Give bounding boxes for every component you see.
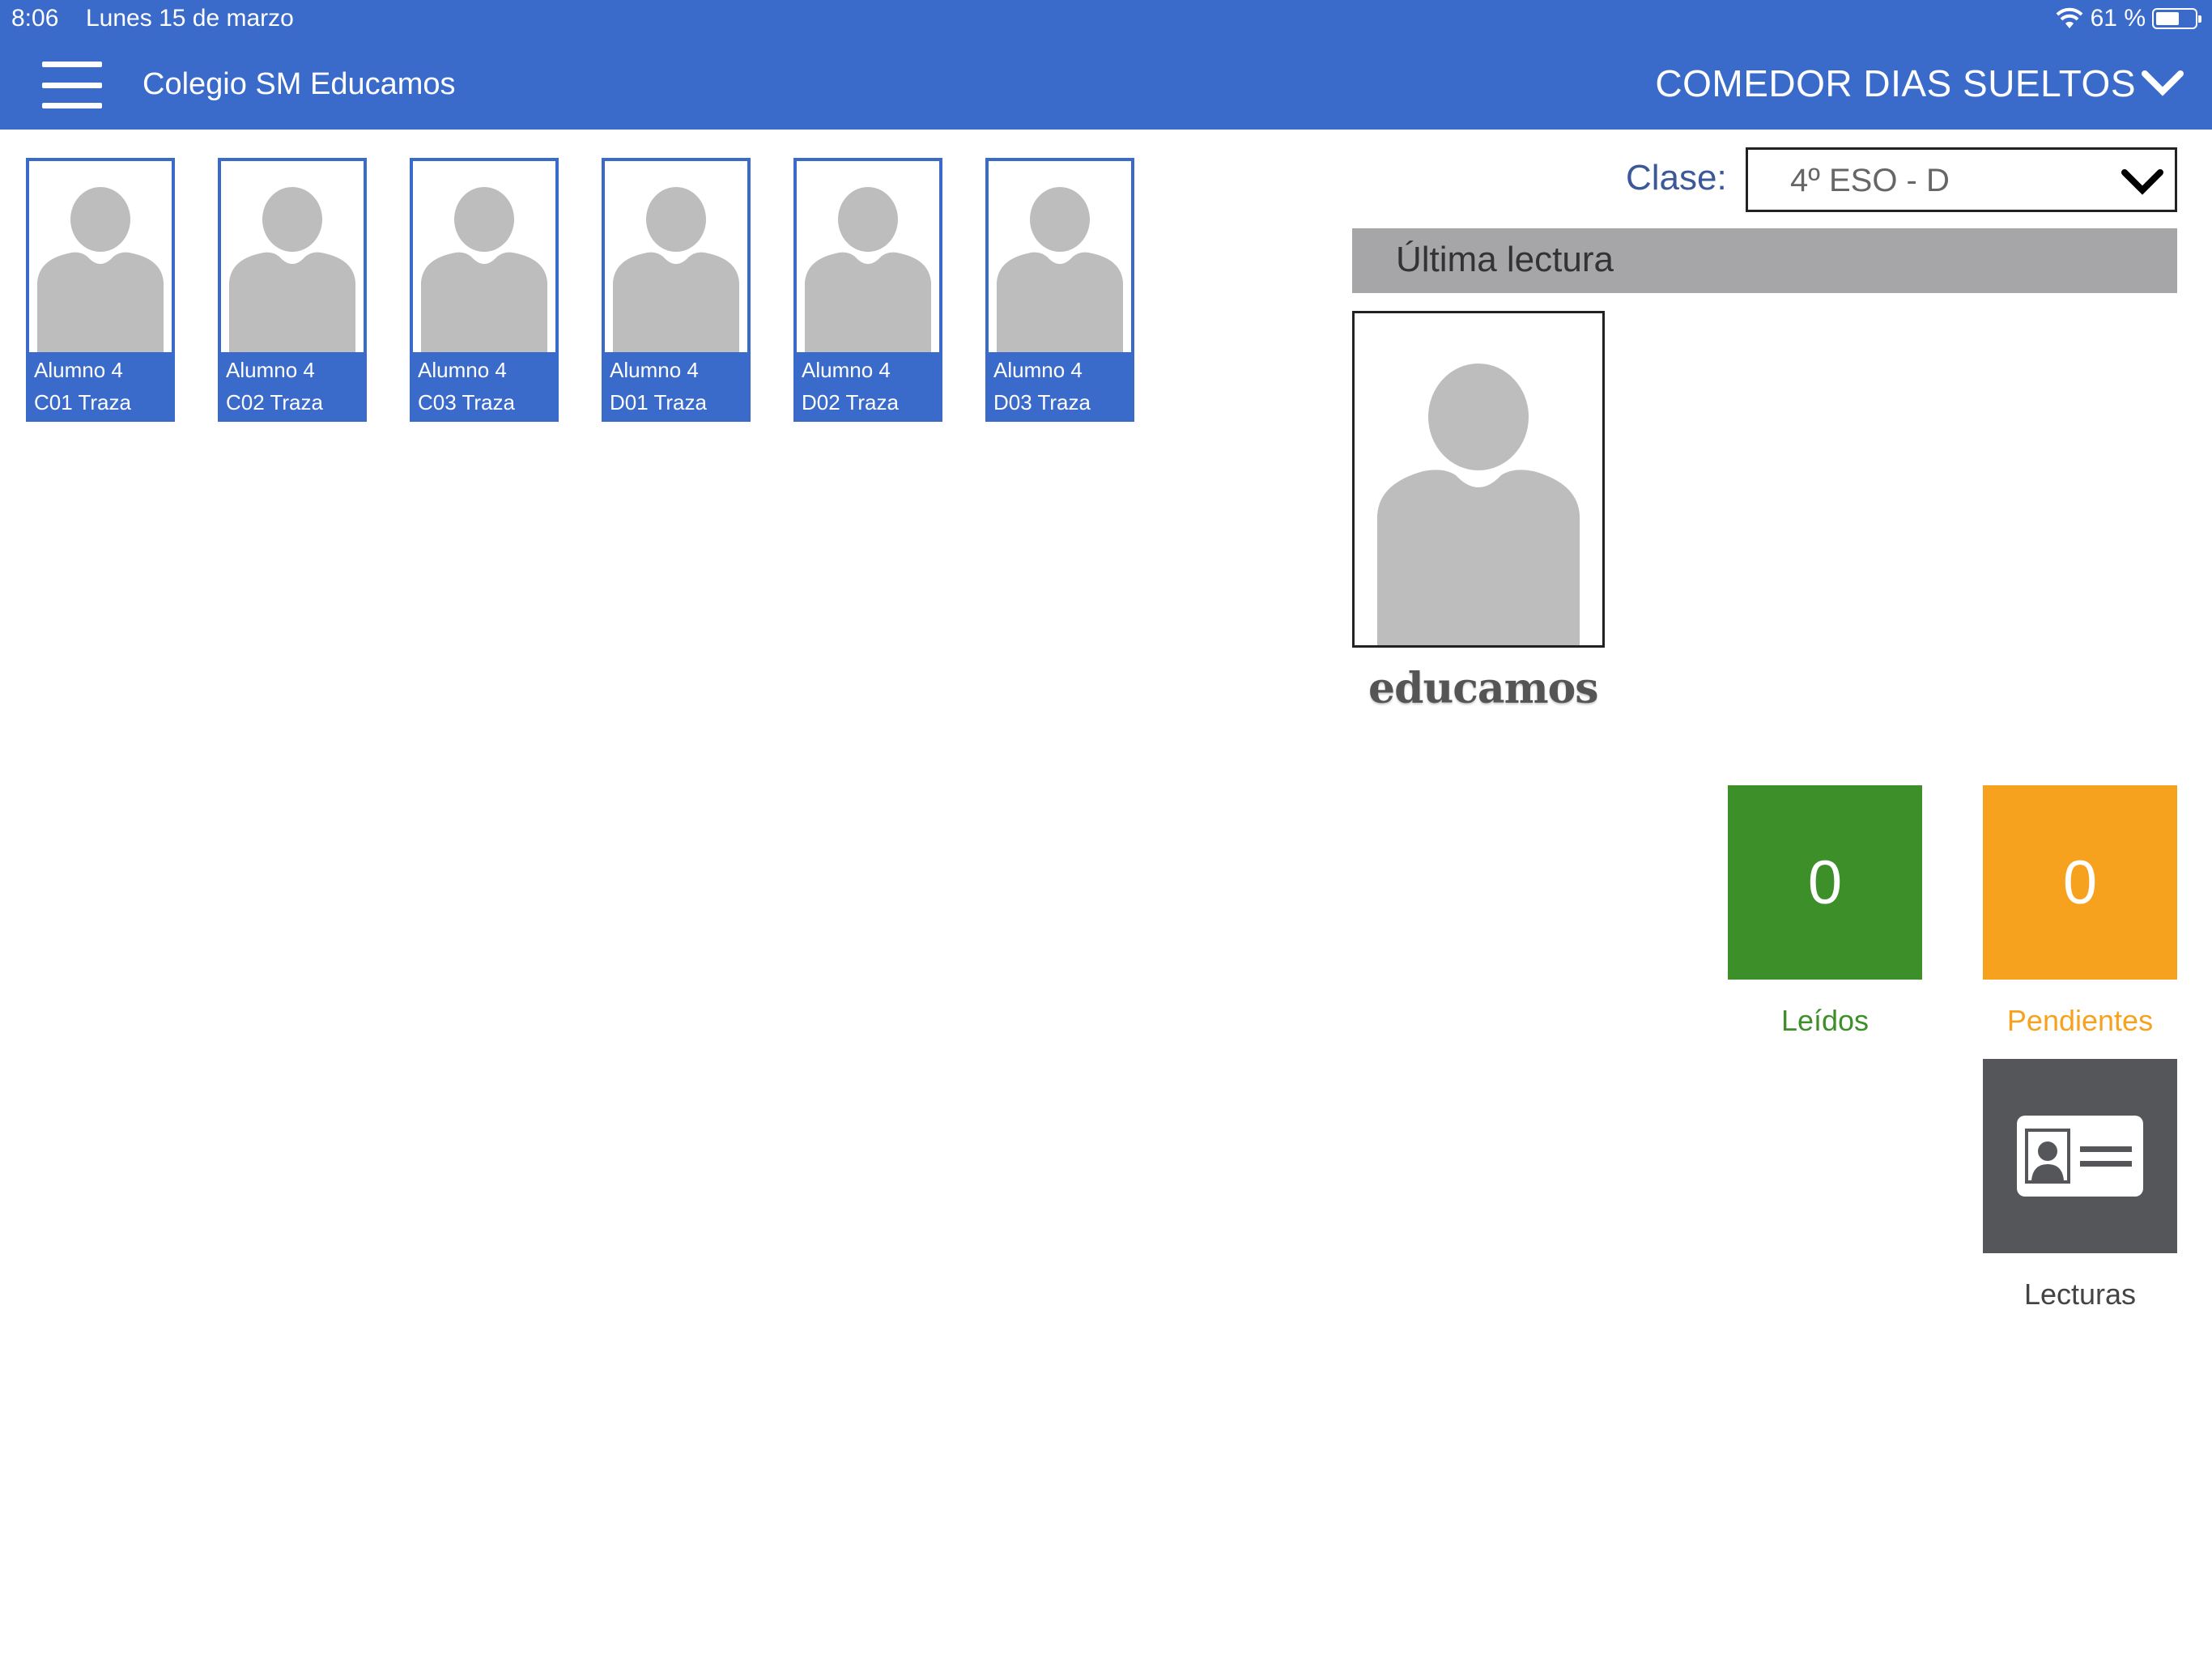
battery-percentage: 61 % bbox=[2090, 5, 2146, 32]
student-label: Alumno 4 D02 Traza bbox=[797, 352, 939, 419]
status-bar: 8:06 Lunes 15 de marzo 61 % bbox=[0, 0, 2212, 40]
read-count: 0 bbox=[1807, 848, 1843, 917]
student-name: Alumno 4 bbox=[418, 358, 507, 382]
student-card[interactable]: Alumno 4 D01 Traza bbox=[602, 158, 751, 422]
student-label: Alumno 4 C03 Traza bbox=[413, 352, 555, 419]
student-surname: C02 Traza bbox=[226, 390, 323, 414]
avatar bbox=[221, 161, 364, 352]
status-time: 8:06 bbox=[11, 5, 59, 32]
avatar-placeholder-icon bbox=[989, 161, 1131, 352]
read-label: Leídos bbox=[1780, 1004, 1870, 1037]
avatar-placeholder-icon bbox=[29, 161, 172, 352]
student-grid: Alumno 4 C01 Traza Alumno 4 C02 Traza Alumno… bbox=[26, 158, 1134, 422]
battery-icon bbox=[2152, 8, 2201, 29]
read-counter-tile[interactable]: 0 bbox=[1728, 785, 1922, 980]
pending-label: Pendientes bbox=[2006, 1004, 2154, 1037]
pending-count: 0 bbox=[2062, 848, 2098, 917]
school-name: Colegio SM Educamos bbox=[143, 67, 456, 101]
app-header: Colegio SM Educamos COMEDOR DIAS SUELTOS bbox=[0, 40, 2212, 130]
avatar-placeholder-icon bbox=[605, 161, 747, 352]
id-card-icon bbox=[2017, 1116, 2143, 1197]
avatar-placeholder-icon bbox=[221, 161, 364, 352]
student-card[interactable]: Alumno 4 C02 Traza bbox=[218, 158, 367, 422]
student-card[interactable]: Alumno 4 D02 Traza bbox=[793, 158, 942, 422]
avatar bbox=[989, 161, 1131, 352]
student-card[interactable]: Alumno 4 C01 Traza bbox=[26, 158, 175, 422]
avatar bbox=[605, 161, 747, 352]
student-surname: C01 Traza bbox=[34, 390, 131, 414]
student-name: Alumno 4 bbox=[226, 358, 315, 382]
last-reading-photo bbox=[1352, 311, 1605, 648]
clase-selected-value: 4º ESO - D bbox=[1790, 163, 1950, 198]
educamos-logo: educamos bbox=[1368, 664, 1599, 713]
student-surname: D03 Traza bbox=[993, 390, 1091, 414]
chevron-down-icon bbox=[2121, 169, 2163, 195]
avatar bbox=[797, 161, 939, 352]
avatar-placeholder-icon bbox=[1355, 313, 1602, 645]
readings-button[interactable] bbox=[1983, 1059, 2177, 1253]
status-right: 61 % bbox=[2055, 5, 2201, 32]
hamburger-icon[interactable] bbox=[42, 60, 102, 110]
student-name: Alumno 4 bbox=[610, 358, 699, 382]
pending-counter-tile[interactable]: 0 bbox=[1983, 785, 2177, 980]
student-surname: D01 Traza bbox=[610, 390, 707, 414]
chevron-down-icon bbox=[2142, 70, 2184, 96]
student-label: Alumno 4 D01 Traza bbox=[605, 352, 747, 419]
wifi-icon bbox=[2056, 7, 2083, 28]
avatar bbox=[413, 161, 555, 352]
student-name: Alumno 4 bbox=[34, 358, 123, 382]
avatar-placeholder-icon bbox=[413, 161, 555, 352]
clase-label: Clase: bbox=[1626, 158, 1727, 198]
section-selector[interactable]: COMEDOR DIAS SUELTOS bbox=[1655, 62, 2184, 105]
student-label: Alumno 4 D03 Traza bbox=[989, 352, 1131, 419]
student-surname: C03 Traza bbox=[418, 390, 515, 414]
student-card[interactable]: Alumno 4 D03 Traza bbox=[985, 158, 1134, 422]
readings-label: Lecturas bbox=[2023, 1278, 2137, 1311]
clase-dropdown[interactable]: 4º ESO - D bbox=[1746, 147, 2177, 212]
student-surname: D02 Traza bbox=[802, 390, 899, 414]
section-title: COMEDOR DIAS SUELTOS bbox=[1655, 62, 2136, 104]
last-reading-header: Última lectura bbox=[1352, 228, 2177, 293]
avatar bbox=[29, 161, 172, 352]
student-label: Alumno 4 C02 Traza bbox=[221, 352, 364, 419]
avatar-placeholder-icon bbox=[797, 161, 939, 352]
student-name: Alumno 4 bbox=[993, 358, 1083, 382]
status-date: Lunes 15 de marzo bbox=[86, 5, 294, 32]
student-label: Alumno 4 C01 Traza bbox=[29, 352, 172, 419]
student-card[interactable]: Alumno 4 C03 Traza bbox=[410, 158, 559, 422]
student-name: Alumno 4 bbox=[802, 358, 891, 382]
